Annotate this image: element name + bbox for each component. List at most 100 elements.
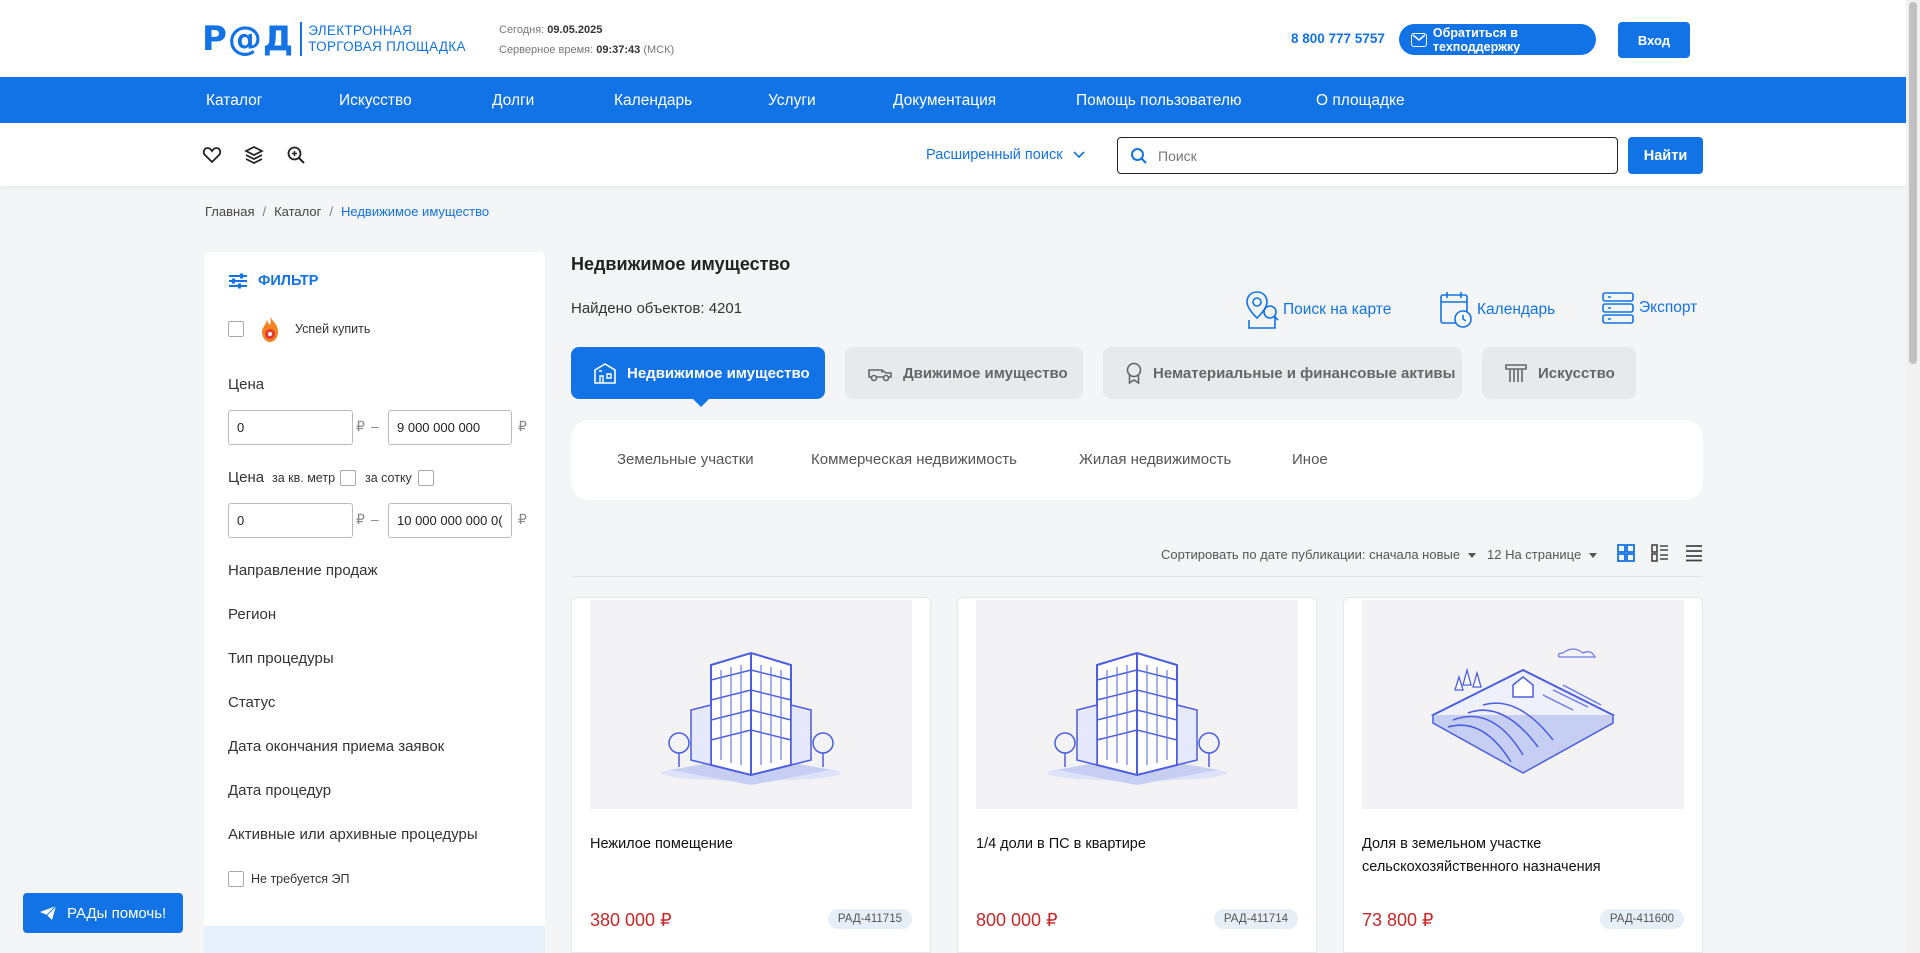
logo[interactable]: Р@Д ЭЛЕКТРОННАЯ ТОРГОВАЯ ПЛОЩАДКА [202, 22, 466, 56]
price-label: Цена [228, 376, 265, 393]
lot-price: 800 000 ₽ [976, 910, 1058, 930]
tab-real-estate[interactable]: Недвижимое имущество [571, 347, 825, 407]
help-button[interactable]: РАДы помочь! [23, 893, 183, 933]
logo-text: ЭЛЕКТРОННАЯ ТОРГОВАЯ ПЛОЩАДКА [308, 23, 466, 55]
filter-section-application-end-date[interactable]: Дата окончания приема заявок [228, 738, 444, 755]
nav-item-about[interactable]: О площадке [1316, 92, 1405, 110]
per-sqm-checkbox[interactable] [340, 470, 356, 486]
sort-row: Сортировать по дате публикации: сначала … [571, 535, 1703, 577]
filter-section-active-archive[interactable]: Активные или архивные процедуры [228, 826, 478, 843]
subcat-land-plots[interactable]: Земельные участки [617, 451, 754, 468]
today-label: Сегодня: [499, 24, 545, 36]
unit-price-from-input[interactable]: 0 [228, 503, 353, 538]
subcat-residential[interactable]: Жилая недвижимость [1079, 451, 1231, 468]
nav-item-catalog[interactable]: Каталог [206, 92, 262, 110]
breadcrumb-catalog[interactable]: Каталог [274, 204, 321, 219]
grid-view-icon[interactable] [1617, 544, 1635, 562]
sort-label: Сортировать по дате публикации: сначала … [1161, 547, 1461, 562]
unit-price-from-currency: ₽ [356, 511, 365, 527]
nav-item-calendar[interactable]: Календарь [614, 92, 692, 110]
tab-art[interactable]: Искусство [1482, 347, 1636, 399]
paper-plane-icon [40, 905, 57, 920]
filter-section-procedure-dates[interactable]: Дата процедур [228, 782, 331, 799]
unit-price-to-input[interactable]: 10 000 000 000 0( [388, 503, 512, 538]
lot-title[interactable]: 1/4 доли в ПС в квартире [976, 833, 1296, 856]
nav-item-art[interactable]: Искусство [339, 92, 412, 110]
phone-link[interactable]: 8 800 777 5757 [1291, 31, 1385, 46]
tile-list-view-icon[interactable] [1651, 544, 1669, 562]
lot-id-badge: РАД-411714 [1213, 909, 1298, 929]
nav-item-user-help[interactable]: Помощь пользователю [1076, 92, 1242, 110]
filter-section-sales-direction[interactable]: Направление продаж [228, 562, 377, 579]
filter-header[interactable]: ФИЛЬТР [228, 272, 318, 290]
calendar-link[interactable]: Календарь [1439, 290, 1555, 330]
filter-section-status[interactable]: Статус [228, 694, 275, 711]
building-illustration [590, 600, 912, 809]
column-icon [1505, 364, 1527, 382]
filter-title: ФИЛЬТР [258, 273, 319, 289]
per-page-dropdown[interactable]: 12 На странице [1487, 547, 1598, 562]
land-illustration [1362, 600, 1684, 809]
today-value: 09.05.2025 [547, 24, 603, 36]
layers-icon[interactable] [244, 145, 264, 165]
building-icon [594, 363, 616, 384]
heart-icon[interactable] [202, 145, 222, 165]
page-scrollbar[interactable] [1906, 0, 1920, 953]
fire-icon [262, 316, 278, 342]
login-button[interactable]: Вход [1618, 22, 1690, 58]
tab-movable-property-label: Движимое имущество [903, 364, 1068, 382]
server-time-label: Серверное время: [499, 44, 594, 56]
logo-divider [300, 22, 303, 56]
mail-icon [1411, 32, 1427, 47]
per-sotka-checkbox[interactable] [418, 470, 434, 486]
support-button[interactable]: Обратиться в техподдержку [1399, 24, 1596, 55]
lot-id-badge: РАД-411715 [827, 909, 912, 929]
export-link[interactable]: Экспорт [1601, 290, 1697, 326]
lot-card[interactable]: Нежилое помещение 380 000 ₽ РАД-411715 [571, 597, 931, 953]
support-button-label: Обратиться в техподдержку [1432, 25, 1521, 54]
advanced-search-toggle[interactable]: Расширенный поиск [926, 147, 1085, 163]
caret-down-icon [1589, 553, 1598, 559]
subcat-commercial[interactable]: Коммерческая недвижимость [811, 451, 1017, 468]
found-count: Найдено объектов: 4201 [571, 300, 742, 317]
page-title: Недвижимое имущество [571, 254, 791, 274]
nav-item-services[interactable]: Услуги [768, 92, 816, 110]
subcat-other[interactable]: Иное [1292, 451, 1328, 468]
no-signature-checkbox[interactable] [228, 871, 244, 887]
filter-footer [204, 926, 545, 953]
sort-dropdown[interactable]: Сортировать по дате публикации: сначала … [1161, 547, 1477, 562]
hurry-checkbox[interactable] [228, 321, 244, 337]
filter-section-procedure-type[interactable]: Тип процедуры [228, 650, 334, 667]
unit-price-dash: – [371, 511, 379, 527]
search-input[interactable] [1158, 146, 1598, 166]
search-icon [1131, 148, 1147, 164]
breadcrumb-home[interactable]: Главная [205, 204, 254, 219]
map-search-link[interactable]: Поиск на карте [1245, 290, 1391, 330]
car-icon [868, 369, 892, 382]
scrollbar-thumb[interactable] [1909, 2, 1917, 364]
award-icon [1126, 362, 1142, 384]
building-illustration [976, 600, 1298, 809]
tab-real-estate-label: Недвижимое имущество [627, 364, 810, 382]
lot-title[interactable]: Нежилое помещение [590, 833, 910, 856]
list-view-icon[interactable] [1685, 544, 1703, 562]
zoom-search-icon[interactable] [286, 145, 306, 165]
unit-price-label: Цена [228, 469, 265, 486]
lot-title[interactable]: Доля в земельном участке сельскохозяйств… [1362, 833, 1682, 879]
breadcrumb-current: Недвижимое имущество [341, 204, 490, 219]
price-from-input[interactable]: 0 [228, 410, 353, 445]
found-value: 4201 [708, 300, 743, 317]
tab-intangible-assets[interactable]: Нематериальные и финансовые активы [1103, 347, 1462, 399]
hurry-label: Успей купить [295, 322, 371, 336]
find-button[interactable]: Найти [1628, 137, 1703, 174]
lot-card[interactable]: Доля в земельном участке сельскохозяйств… [1343, 597, 1703, 953]
caret-down-icon [1468, 553, 1477, 559]
nav-item-documentation[interactable]: Документация [893, 92, 996, 110]
tab-movable-property[interactable]: Движимое имущество [845, 347, 1083, 399]
price-to-input[interactable]: 9 000 000 000 [388, 410, 512, 445]
export-label: Экспорт [1639, 299, 1698, 316]
filter-section-region[interactable]: Регион [228, 606, 276, 623]
logo-mark: Р@Д [202, 19, 295, 59]
nav-item-debts[interactable]: Долги [492, 92, 534, 110]
lot-card[interactable]: 1/4 доли в ПС в квартире 800 000 ₽ РАД-4… [957, 597, 1317, 953]
